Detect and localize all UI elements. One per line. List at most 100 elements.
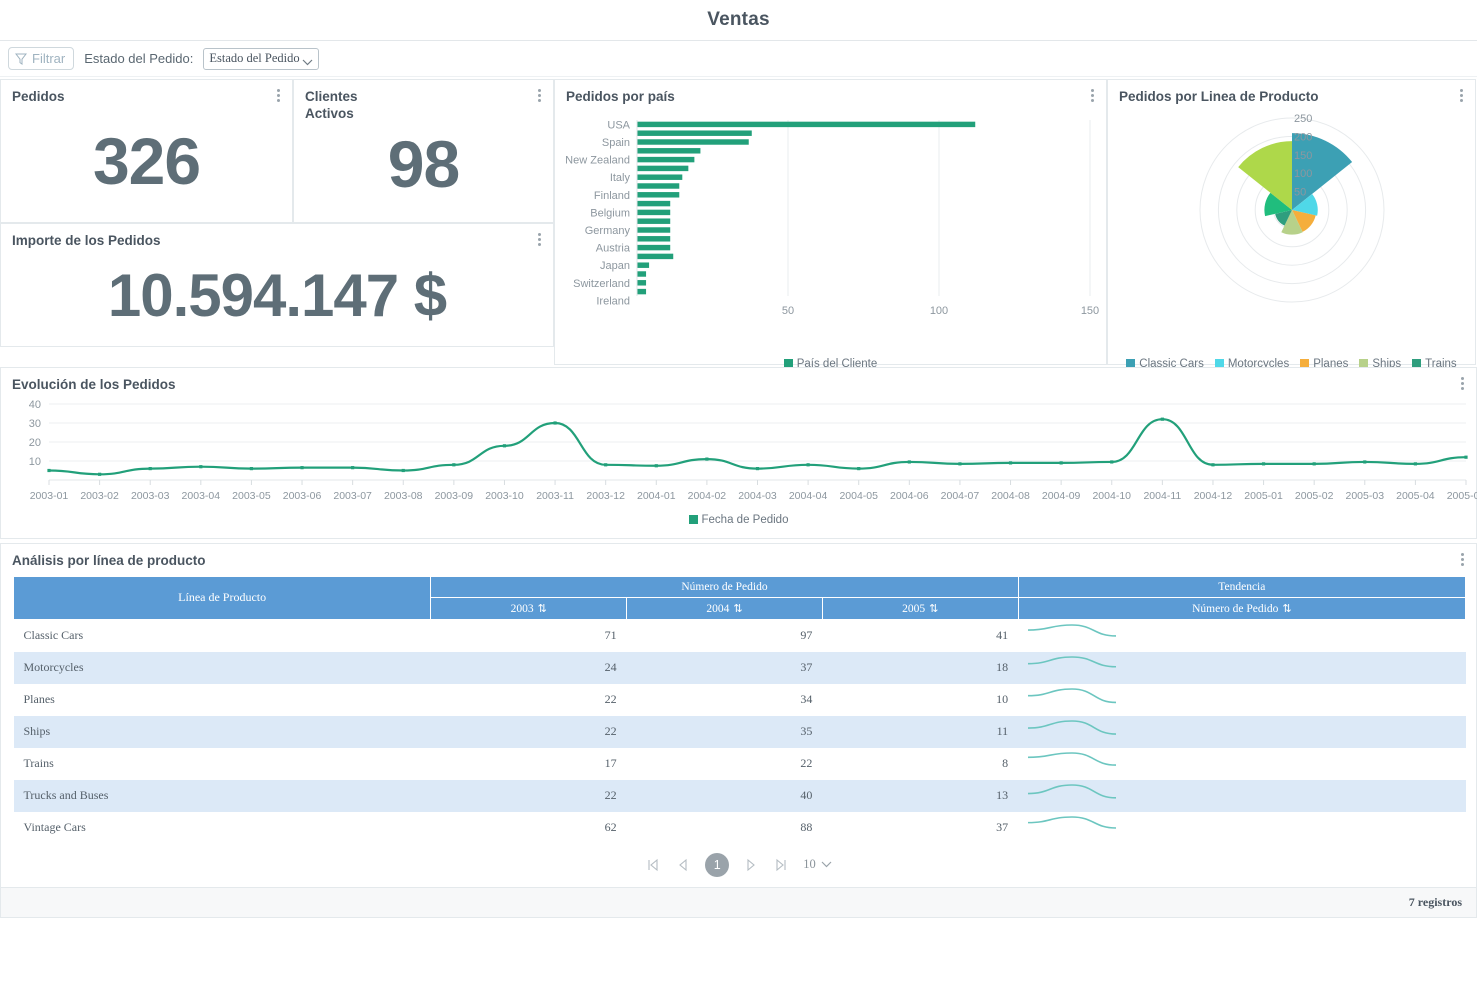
table-pagination: 1 10 (1, 844, 1476, 887)
svg-text:20: 20 (29, 437, 41, 449)
svg-text:30: 30 (29, 418, 41, 430)
table-row[interactable]: Trains 17 22 8 (14, 748, 1466, 780)
table-row[interactable]: Ships 22 35 11 (13, 715, 1466, 748)
cell-2005: 13 (996, 788, 1009, 803)
svg-text:2005-04: 2005-04 (1396, 490, 1435, 502)
svg-text:Ireland: Ireland (596, 295, 630, 307)
page-size-value: 10 (803, 857, 816, 872)
product-line-table: Línea de Producto Número de Pedido Tende… (12, 575, 1467, 844)
cell-trend-sparkline (1018, 652, 1465, 684)
kpi-active-customers-title: Clientes Activos (294, 80, 553, 123)
cell-2004: 35 (800, 724, 813, 739)
kebab-menu-icon[interactable] (1091, 89, 1095, 102)
first-page-icon[interactable] (645, 857, 661, 873)
kebab-menu-icon[interactable] (538, 89, 542, 102)
legend-item-fecha-de-pedido[interactable]: Fecha de Pedido (688, 514, 788, 526)
svg-text:2003-11: 2003-11 (536, 490, 574, 502)
svg-text:2005-05: 2005-05 (1447, 490, 1477, 502)
cell-2004: 34 (800, 692, 813, 707)
cell-2003: 71 (604, 628, 617, 643)
svg-text:2004-12: 2004-12 (1194, 490, 1233, 502)
column-header-2003[interactable]: 2003 ⇅ (430, 596, 628, 620)
cell-product-line: Classic Cars (23, 628, 84, 643)
kpi-active-customers-title-line2: Activos (305, 105, 354, 121)
cell-2005: 8 (1002, 756, 1009, 771)
svg-text:Italy: Italy (610, 172, 631, 184)
column-header-2005[interactable]: 2005 ⇅ (821, 596, 1019, 620)
kpi-orders-value: 326 (92, 123, 201, 198)
svg-text:2003-01: 2003-01 (30, 490, 69, 502)
svg-text:2005-02: 2005-02 (1295, 490, 1334, 502)
page-number-1[interactable]: 1 (705, 852, 730, 877)
sort-updown-icon[interactable]: ⇅ (733, 602, 742, 615)
kebab-menu-icon[interactable] (1461, 553, 1465, 566)
table-row[interactable]: Classic Cars 71 97 41 (14, 619, 1466, 652)
kebab-menu-icon[interactable] (1461, 377, 1465, 390)
cell-2005: 41 (996, 628, 1009, 643)
order-status-select[interactable]: Estado del Pedido (203, 47, 320, 70)
table-row[interactable]: Vintage Cars 62 88 37 (14, 812, 1466, 844)
kpi-order-amount-value: 10.594.147 $ (107, 261, 447, 329)
kebab-menu-icon[interactable] (277, 89, 281, 102)
table-header-row-1: Línea de Producto Número de Pedido Tende… (12, 575, 1467, 620)
cell-2004: 22 (800, 756, 813, 771)
orders-by-country-chart[interactable]: 50 100 150 USA Spain New Zealand Italy Finland B… (555, 106, 1108, 358)
sort-updown-icon[interactable]: ⇅ (929, 602, 938, 615)
svg-text:2004-09: 2004-09 (1042, 490, 1081, 502)
sort-updown-icon[interactable]: ⇅ (538, 602, 547, 615)
dashboard-page: Ventas Filtrar Estado del Pedido: Estado… (0, 0, 1477, 1002)
kebab-menu-icon[interactable] (538, 233, 542, 246)
table-row[interactable]: Trucks and Buses 22 40 13 (13, 779, 1466, 812)
table-row[interactable]: Motorcycles 24 37 18 (13, 651, 1466, 684)
svg-text:2004-05: 2004-05 (839, 490, 878, 502)
cell-2005: 18 (996, 660, 1009, 675)
cell-product-line: Planes (23, 692, 55, 707)
column-header-trend-order-number[interactable]: Número de Pedido ⇅ (1017, 596, 1467, 620)
sort-updown-icon[interactable]: ⇅ (1282, 602, 1291, 615)
cell-2004: 37 (800, 660, 813, 675)
svg-text:10: 10 (29, 456, 41, 468)
page-size-select[interactable]: 10 (803, 857, 832, 872)
cell-trend-sparkline (1018, 684, 1465, 716)
page-title: Ventas (707, 9, 770, 30)
legend-swatch (688, 515, 698, 525)
cell-product-line: Trucks and Buses (23, 788, 109, 803)
svg-text:250: 250 (1294, 113, 1312, 125)
table-body: Classic Cars 71 97 41 Motorcycles 24 37 18 Plane… (13, 619, 1466, 844)
next-page-icon[interactable] (743, 857, 759, 873)
kpi-order-amount-title: Importe de los Pedidos (12, 233, 161, 248)
table-row[interactable]: Planes 22 34 10 (14, 684, 1466, 716)
orders-evolution-chart[interactable]: 10 20 30 40 2003-01 2003-02 2003-03 2003-04 2003… (1, 394, 1477, 514)
order-status-label: Estado del Pedido: (84, 51, 194, 66)
svg-text:2004-04: 2004-04 (789, 490, 828, 502)
column-header-2004[interactable]: 2004 ⇅ (626, 596, 823, 620)
orders-by-country-title: Pedidos por país (566, 89, 675, 104)
svg-text:Spain: Spain (602, 137, 630, 149)
kpi-active-customers-value: 98 (387, 126, 460, 201)
prev-page-icon[interactable] (675, 857, 691, 873)
kpi-card-orders: Pedidos 326 (0, 79, 293, 223)
orders-by-product-line-chart[interactable]: 50 100 150 200 250 (1108, 106, 1477, 358)
svg-text:2004-07: 2004-07 (941, 490, 980, 502)
filter-button[interactable]: Filtrar (8, 47, 75, 70)
svg-text:100: 100 (1294, 168, 1312, 180)
svg-text:2004-10: 2004-10 (1092, 490, 1131, 502)
kebab-menu-icon[interactable] (1460, 89, 1464, 102)
cell-trend-sparkline (1018, 780, 1465, 812)
cell-2004: 97 (800, 628, 813, 643)
cell-product-line: Trains (23, 756, 54, 771)
svg-text:200: 200 (1294, 131, 1312, 143)
svg-text:50: 50 (1294, 186, 1306, 198)
cell-2003: 62 (604, 820, 617, 835)
svg-text:2005-01: 2005-01 (1244, 490, 1283, 502)
cell-product-line: Vintage Cars (23, 820, 86, 835)
svg-text:2003-12: 2003-12 (586, 490, 625, 502)
panel-orders-by-product-line: Pedidos por Linea de Producto 50 100 150 20… (1107, 79, 1477, 386)
panel-orders-by-country: Pedidos por país 50 100 150 USA Spain New Zea… (554, 79, 1108, 370)
column-header-product-line[interactable]: Línea de Producto (12, 575, 432, 620)
cell-2005: 10 (996, 692, 1009, 707)
column-header-trend-label: Número de Pedido (1192, 602, 1279, 615)
last-page-icon[interactable] (773, 857, 789, 873)
kpi-column: Pedidos 326 Clientes Activos 98 Importe … (0, 79, 554, 347)
cell-2003: 22 (604, 788, 617, 803)
